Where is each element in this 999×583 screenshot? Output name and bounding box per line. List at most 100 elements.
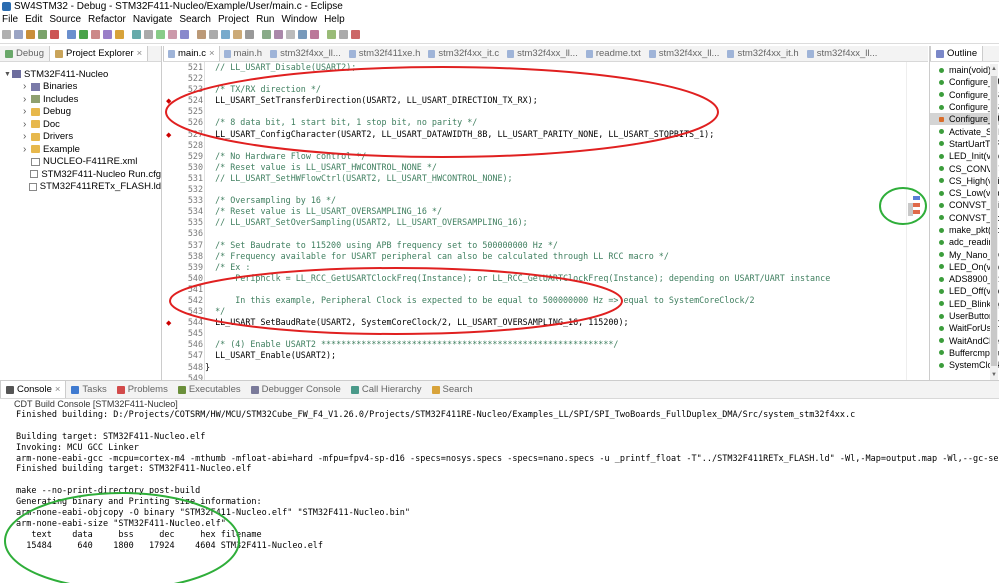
toolbar-icon[interactable] [327,30,336,39]
outline-item[interactable]: UserButton_In [930,310,999,322]
toolbar-icon[interactable] [79,30,88,39]
menu-item-window[interactable]: Window [281,14,317,25]
toolbar-icon[interactable] [274,30,283,39]
outline-item[interactable]: LED_Off(void) [930,285,999,297]
editor-tab[interactable]: stm32f4xx_ll... [266,46,345,61]
outline-item[interactable]: My_Nano_Delay [930,248,999,260]
scroll-up-icon[interactable]: ▲ [991,66,997,72]
outline-item[interactable]: Configure_SPI2 [930,101,999,113]
tree-item[interactable]: › Example [0,143,161,156]
toolbar-icon[interactable] [91,30,100,39]
chevron-right-icon[interactable]: › [23,81,31,92]
editor-tab[interactable]: main.h [220,46,267,61]
editor-tab[interactable]: stm32f411xe.h [345,46,425,61]
tree-item[interactable]: STM32F411RETx_FLASH.ld [0,181,161,194]
menu-item-navigate[interactable]: Navigate [133,14,172,25]
close-icon[interactable]: × [137,48,143,59]
outline-item[interactable]: LED_On(void) [930,261,999,273]
outline-item[interactable]: WaitAndCheck [930,335,999,347]
editor-tab[interactable]: stm32f4xx_ll... [645,46,724,61]
tab-tasks[interactable]: Tasks [66,381,111,398]
editor-tab[interactable]: stm32f4xx_it.h [723,46,802,61]
toolbar-icon[interactable] [221,30,230,39]
menu-item-source[interactable]: Source [49,14,81,25]
toolbar-icon[interactable] [339,30,348,39]
menu-item-help[interactable]: Help [324,14,345,25]
outline-item[interactable]: Configure_SPI1 [930,89,999,101]
outline-item[interactable]: WaitForUserB [930,322,999,334]
tree-item[interactable]: › Debug [0,106,161,119]
toolbar-icon[interactable] [233,30,242,39]
tree-item[interactable]: STM32F411-Nucleo Run.cfg [0,168,161,181]
toolbar-icon[interactable] [103,30,112,39]
tree-item[interactable]: › Drivers [0,131,161,144]
close-icon[interactable]: × [209,48,215,59]
tree-item[interactable]: ▼ STM32F411-Nucleo [0,68,161,81]
tree-item[interactable]: › Includes [0,93,161,106]
editor-tab[interactable]: stm32f4xx_ll... [503,46,582,61]
scroll-thumb[interactable] [908,203,913,216]
outline-item[interactable]: main(void) : int [930,64,999,76]
editor-tab[interactable]: stm32f4xx_ll... [803,46,882,61]
chevron-right-icon[interactable]: › [23,94,31,105]
toolbar-icon[interactable] [310,30,319,39]
scroll-down-icon[interactable]: ▼ [991,372,997,378]
outline-item[interactable]: adc_reading(u [930,236,999,248]
toolbar-icon[interactable] [351,30,360,39]
change-marker-icon[interactable]: ◆ [166,131,172,139]
menu-item-edit[interactable]: Edit [25,14,42,25]
outline-item[interactable]: CONVST_Low [930,212,999,224]
toolbar-icon[interactable] [180,30,189,39]
toolbar-icon[interactable] [115,30,124,39]
tab-call-hierarchy[interactable]: Call Hierarchy [346,381,427,398]
tab-project-explorer[interactable]: Project Explorer × [49,46,149,61]
scroll-thumb[interactable] [991,76,997,366]
outline-item[interactable]: ADS8900_Res [930,273,999,285]
menu-item-file[interactable]: File [2,14,18,25]
outline-item[interactable]: StartUartTxRx(void) [930,138,999,150]
chevron-right-icon[interactable]: › [23,106,31,117]
editor-tab[interactable]: main.c × [163,46,220,61]
toolbar-icon[interactable] [197,30,206,39]
tab-outline[interactable]: Outline [930,46,984,61]
toolbar-icon[interactable] [50,30,59,39]
outline-scrollbar[interactable]: ▲ ▼ [990,64,998,380]
menu-item-search[interactable]: Search [179,14,211,25]
outline-item[interactable]: LED_Blinking(u [930,298,999,310]
outline-item[interactable]: CS_CONVST_Init [930,162,999,174]
outline-item[interactable]: CS_High(void) [930,175,999,187]
console-output[interactable]: Finished building: D:/Projects/COTSRM/HW… [0,410,999,583]
toolbar-icon[interactable] [168,30,177,39]
tab-debugger-console[interactable]: Debugger Console [246,381,346,398]
tree-item[interactable]: › Binaries [0,81,161,94]
tab-debug[interactable]: Debug [0,46,49,61]
outline-item[interactable]: LED_Init(void) [930,150,999,162]
editor-tab[interactable]: readme.txt [582,46,645,61]
tree-item[interactable]: NUCLEO-F411RE.xml [0,156,161,169]
toolbar-icon[interactable] [298,30,307,39]
outline-item[interactable]: make_pkt(void) [930,224,999,236]
toolbar-icon[interactable] [144,30,153,39]
code-area[interactable]: // LL_USART_Disable(USART2); /* TX/RX di… [205,62,905,380]
toolbar-icon[interactable] [14,30,23,39]
toolbar-icon[interactable] [26,30,35,39]
overview-ruler[interactable] [906,62,928,380]
change-marker-icon[interactable]: ◆ [166,97,172,105]
ruler-error-icon[interactable] [913,210,920,214]
ruler-error-icon[interactable] [913,203,920,207]
toolbar-icon[interactable] [156,30,165,39]
chevron-down-icon[interactable]: ▼ [4,71,12,78]
editor-tab[interactable]: stm32f4xx_it.c [424,46,503,61]
change-marker-icon[interactable]: ◆ [166,319,172,327]
toolbar-icon[interactable] [245,30,254,39]
tree-item[interactable]: › Doc [0,118,161,131]
toolbar-icon[interactable] [286,30,295,39]
tab-console[interactable]: Console × [0,381,67,398]
toolbar-icon[interactable] [2,30,11,39]
close-icon[interactable]: × [55,384,61,395]
tab-executables[interactable]: Executables [173,381,246,398]
chevron-right-icon[interactable]: › [23,144,31,155]
menu-item-project[interactable]: Project [218,14,249,25]
outline-item[interactable]: Buffercmp8(u [930,347,999,359]
outline-item[interactable]: Configure_UART [930,113,999,126]
